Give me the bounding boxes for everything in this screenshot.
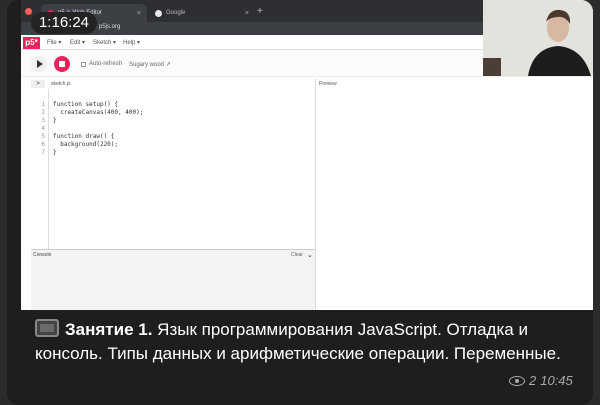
tv-icon [35, 319, 59, 337]
line-number: 4 [41, 125, 45, 132]
sidebar-toggle-button[interactable]: > [31, 80, 45, 88]
menu-edit[interactable]: Edit ▾ [70, 39, 85, 46]
presenter-image [483, 0, 593, 76]
video-timestamp: 1:16:24 [31, 12, 97, 34]
collapse-console-icon[interactable]: ⌄ [307, 251, 313, 259]
google-favicon-icon [155, 9, 162, 17]
clear-console-button[interactable]: Clear [291, 252, 303, 258]
menu-help[interactable]: Help ▾ [123, 39, 140, 46]
line-number: 6 [41, 141, 45, 148]
url-text: p5js.org [99, 24, 121, 30]
code-line[interactable]: function draw() { [53, 133, 114, 141]
console-panel[interactable] [31, 249, 315, 310]
code-line[interactable]: createCanvas(400, 400); [53, 109, 143, 117]
preview-label: Preview [319, 81, 337, 87]
line-number: 5 [41, 133, 45, 140]
code-editor[interactable]: function setup() { createCanvas(400, 400… [49, 89, 315, 249]
close-tab-icon[interactable]: × [137, 10, 141, 17]
message-meta: 2 10:45 [509, 373, 573, 388]
file-name: sketch.js [51, 81, 71, 87]
p5-logo: p5* [23, 37, 40, 49]
console-label: Console [33, 252, 52, 258]
view-count: 2 [529, 373, 537, 388]
auto-refresh-label: Auto-refresh [89, 61, 123, 67]
sketch-name[interactable]: Sugary wood ↗ [129, 61, 171, 68]
line-number: 2 [41, 109, 45, 116]
editor-preview-divider[interactable] [315, 78, 316, 310]
close-window-icon[interactable] [25, 8, 32, 15]
tab-google[interactable]: Google × [149, 4, 255, 22]
message-card: p5.js Web Editor × Google × + p5js.org p… [7, 0, 593, 405]
views-icon [509, 375, 525, 386]
message-caption: Занятие 1. Язык программирования JavaScr… [35, 318, 565, 366]
menu-file[interactable]: File ▾ [47, 39, 61, 46]
menu-sketch[interactable]: Sketch ▾ [93, 39, 116, 46]
video-frame[interactable]: p5.js Web Editor × Google × + p5js.org p… [21, 0, 593, 310]
line-number: 1 [41, 101, 45, 108]
line-number: 7 [41, 149, 45, 156]
close-tab-icon[interactable]: × [245, 10, 249, 17]
caption-title: Занятие 1. [65, 320, 153, 339]
line-number: 3 [41, 117, 45, 124]
code-line[interactable]: } [53, 149, 57, 157]
play-button[interactable] [31, 56, 47, 72]
code-line[interactable]: background(220); [53, 141, 118, 149]
new-tab-icon[interactable]: + [257, 6, 263, 17]
stop-button[interactable] [54, 56, 70, 72]
code-line[interactable]: } [53, 117, 57, 125]
webcam-overlay [483, 0, 593, 76]
message-time: 10:45 [540, 373, 573, 388]
auto-refresh-checkbox[interactable] [81, 62, 86, 67]
code-line[interactable]: function setup() { [53, 101, 118, 109]
